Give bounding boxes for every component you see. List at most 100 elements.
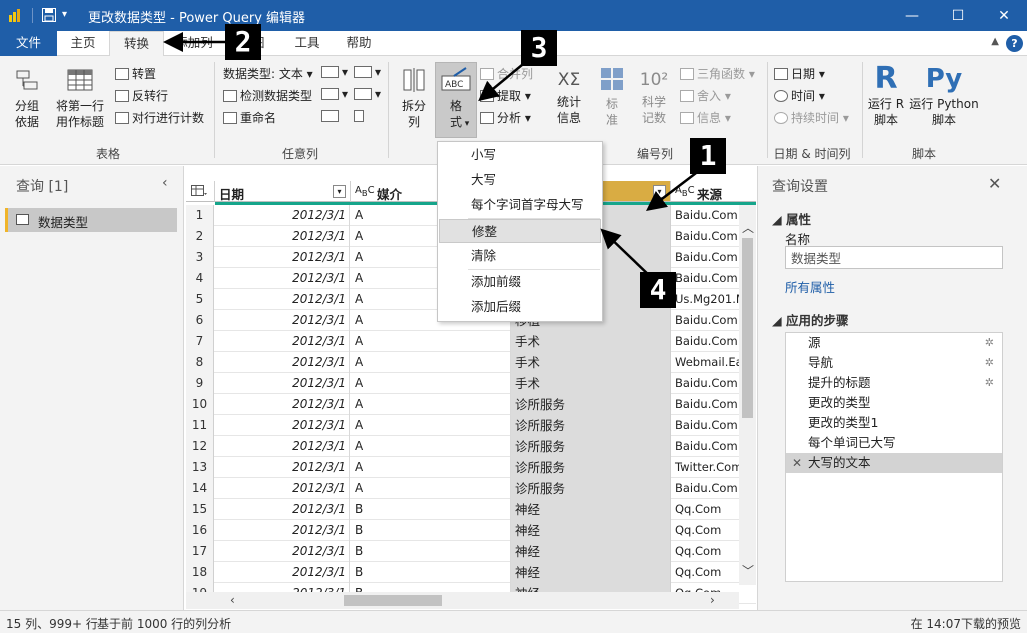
- tab-add-column[interactable]: 添加列: [164, 31, 224, 56]
- cell-media[interactable]: A: [351, 436, 511, 457]
- menu-item-capitalize-each-word[interactable]: 每个字词首字母大写: [439, 193, 601, 217]
- cell-source[interactable]: Qq.Com: [672, 541, 739, 562]
- cell-date[interactable]: 2012/3/1: [215, 373, 350, 394]
- cell-media[interactable]: B: [351, 541, 511, 562]
- cell-media[interactable]: A: [351, 415, 511, 436]
- cell-date[interactable]: 2012/3/1: [215, 541, 350, 562]
- cell-source[interactable]: Baidu.Com: [672, 226, 739, 247]
- all-properties-link[interactable]: 所有属性: [785, 277, 835, 296]
- maximize-button[interactable]: ☐: [935, 0, 981, 31]
- tab-file[interactable]: 文件: [0, 31, 57, 56]
- save-icon[interactable]: [42, 8, 56, 22]
- cell-source[interactable]: Qq.Com: [672, 499, 739, 520]
- vertical-scrollbar[interactable]: ︿ ﹀: [739, 205, 756, 585]
- row-number[interactable]: 7: [186, 331, 214, 352]
- cell-selected-column[interactable]: 神经: [511, 520, 671, 541]
- vertical-scroll-thumb[interactable]: [742, 238, 753, 418]
- cell-selected-column[interactable]: 诊所服务: [511, 457, 671, 478]
- tab-transform[interactable]: 转换: [109, 31, 164, 57]
- gear-icon[interactable]: ✲: [985, 373, 994, 393]
- cell-selected-column[interactable]: 神经: [511, 541, 671, 562]
- time-button[interactable]: 时间 ▾: [774, 87, 825, 104]
- cell-date[interactable]: 2012/3/1: [215, 268, 350, 289]
- cell-media[interactable]: B: [351, 562, 511, 583]
- cell-source[interactable]: Baidu.Com: [672, 247, 739, 268]
- column-filter-icon[interactable]: ▾: [333, 185, 346, 198]
- column-header-date[interactable]: 日期 ▾: [215, 181, 351, 202]
- scroll-left-icon[interactable]: ‹: [230, 593, 235, 607]
- scroll-down-icon[interactable]: ﹀: [742, 562, 754, 579]
- cell-date[interactable]: 2012/3/1: [215, 394, 350, 415]
- row-number[interactable]: 3: [186, 247, 214, 268]
- trigonometry-button[interactable]: 三角函数 ▾: [680, 65, 755, 82]
- row-number[interactable]: 17: [186, 541, 214, 562]
- horizontal-scrollbar[interactable]: ‹ ›: [186, 592, 739, 609]
- cell-source[interactable]: Baidu.Com: [672, 205, 739, 226]
- row-number[interactable]: 6: [186, 310, 214, 331]
- run-r-script-button[interactable]: R 运行 R 脚本: [865, 62, 907, 134]
- cell-date[interactable]: 2012/3/1: [215, 562, 350, 583]
- information-button[interactable]: 信息 ▾: [680, 109, 731, 126]
- cell-selected-column[interactable]: 手术: [511, 373, 671, 394]
- cell-source[interactable]: Baidu.Com: [672, 478, 739, 499]
- replace-values-button[interactable]: ▾: [321, 65, 348, 79]
- cell-source[interactable]: Baidu.Com: [672, 331, 739, 352]
- cell-selected-column[interactable]: 诊所服务: [511, 436, 671, 457]
- applied-steps-section[interactable]: ◢ 应用的步骤: [772, 310, 848, 329]
- cell-source[interactable]: Baidu.Com: [672, 310, 739, 331]
- cell-date[interactable]: 2012/3/1: [215, 205, 350, 226]
- cell-media[interactable]: B: [351, 499, 511, 520]
- cell-date[interactable]: 2012/3/1: [215, 352, 350, 373]
- step-item[interactable]: 源 ✲: [786, 333, 1002, 353]
- detect-data-type-button[interactable]: 检测数据类型: [223, 87, 312, 104]
- close-pane-icon[interactable]: ✕: [988, 174, 1001, 193]
- cell-source[interactable]: Twitter.Com: [672, 457, 739, 478]
- cell-date[interactable]: 2012/3/1: [215, 226, 350, 247]
- query-name-input[interactable]: [785, 246, 1003, 269]
- statistics-button[interactable]: XΣ 统计 信息: [549, 66, 589, 134]
- column-filter-icon[interactable]: ▾: [653, 185, 666, 198]
- cell-media[interactable]: A: [351, 373, 511, 394]
- data-type-dropdown[interactable]: 数据类型: 文本 ▾: [223, 65, 313, 82]
- transpose-button[interactable]: 转置: [115, 65, 156, 82]
- cell-source[interactable]: Baidu.Com: [672, 415, 739, 436]
- gear-icon[interactable]: ✲: [985, 353, 994, 373]
- menu-item-add-prefix[interactable]: 添加前缀: [439, 270, 601, 294]
- step-item-selected[interactable]: ✕ 大写的文本: [786, 453, 1002, 473]
- row-number[interactable]: 11: [186, 415, 214, 436]
- menu-item-add-suffix[interactable]: 添加后缀: [439, 295, 601, 319]
- minimize-button[interactable]: —: [889, 0, 935, 31]
- parse-button[interactable]: 分析 ▾: [480, 109, 531, 126]
- tab-tools[interactable]: 工具: [284, 31, 330, 56]
- cell-selected-column[interactable]: 诊所服务: [511, 394, 671, 415]
- row-number[interactable]: 2: [186, 226, 214, 247]
- rounding-button[interactable]: 舍入 ▾: [680, 87, 731, 104]
- step-item[interactable]: 更改的类型1: [786, 413, 1002, 433]
- cell-date[interactable]: 2012/3/1: [215, 310, 350, 331]
- cell-source[interactable]: Baidu.Com: [672, 394, 739, 415]
- menu-item-uppercase[interactable]: 大写: [439, 168, 601, 192]
- step-item[interactable]: 导航 ✲: [786, 353, 1002, 373]
- step-item[interactable]: 更改的类型: [786, 393, 1002, 413]
- cell-source[interactable]: Qq.Com: [672, 562, 739, 583]
- gear-icon[interactable]: ✲: [985, 333, 994, 353]
- step-item[interactable]: 提升的标题 ✲: [786, 373, 1002, 393]
- standard-button[interactable]: 标 准: [594, 66, 630, 134]
- scientific-button[interactable]: 10² 科学 记数: [634, 66, 674, 134]
- cell-date[interactable]: 2012/3/1: [215, 457, 350, 478]
- cell-date[interactable]: 2012/3/1: [215, 331, 350, 352]
- menu-item-clean[interactable]: 清除: [439, 244, 601, 268]
- scroll-right-icon[interactable]: ›: [710, 593, 715, 607]
- cell-date[interactable]: 2012/3/1: [215, 415, 350, 436]
- close-button[interactable]: ✕: [981, 0, 1027, 31]
- cell-selected-column[interactable]: 神经: [511, 499, 671, 520]
- row-number[interactable]: 5: [186, 289, 214, 310]
- tab-help[interactable]: 帮助: [336, 31, 382, 56]
- menu-item-lowercase[interactable]: 小写: [439, 143, 601, 167]
- column-header-source[interactable]: ABC 来源: [671, 181, 756, 202]
- row-number[interactable]: 10: [186, 394, 214, 415]
- cell-media[interactable]: A: [351, 394, 511, 415]
- cell-source[interactable]: Baidu.Com: [672, 436, 739, 457]
- step-item[interactable]: 每个单词已大写: [786, 433, 1002, 453]
- cell-selected-column[interactable]: 手术: [511, 331, 671, 352]
